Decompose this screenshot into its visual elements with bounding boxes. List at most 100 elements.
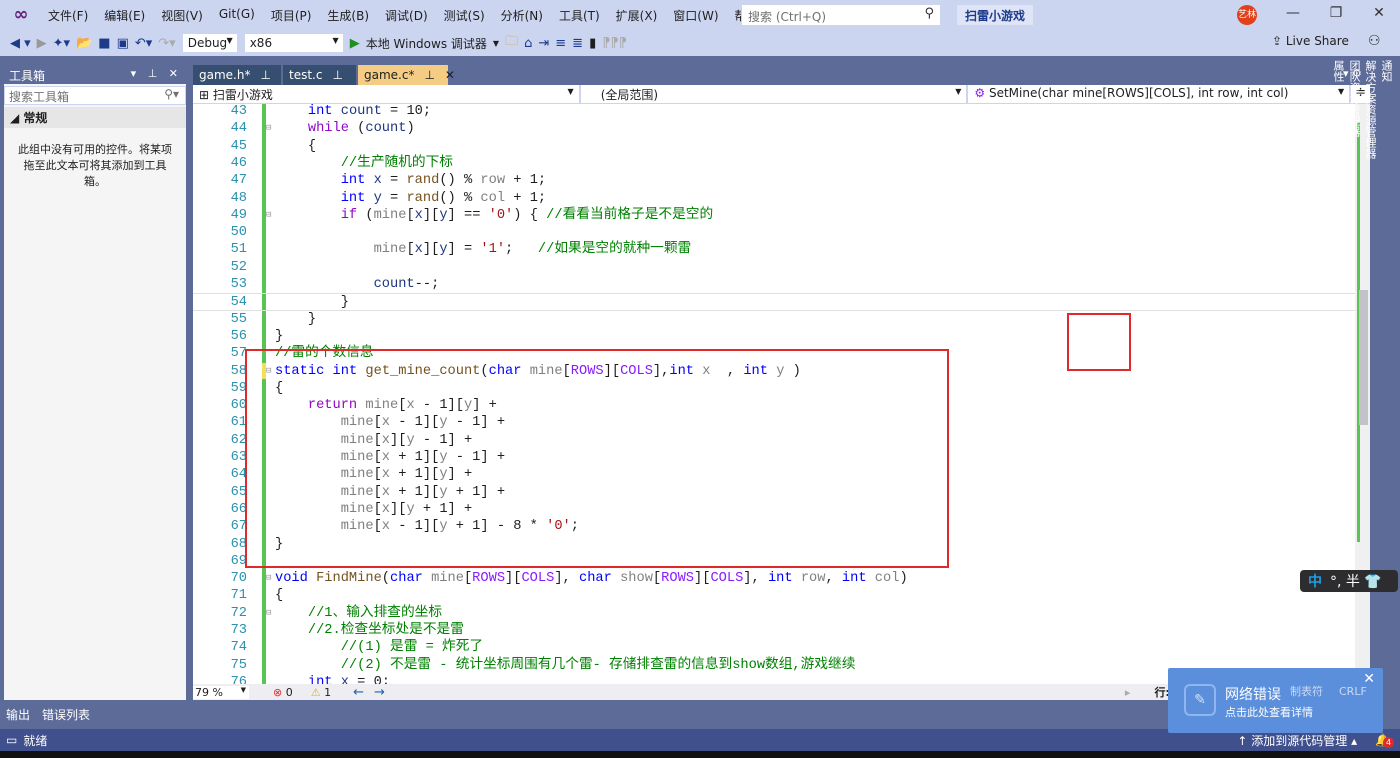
menu-1[interactable]: 编辑(E) [96,7,153,24]
code-token: ], [554,571,579,587]
code-token: //如果是空的就种一颗雷 [537,242,692,258]
menu-5[interactable]: 生成(B) [319,7,377,24]
scroll-left-icon[interactable]: ▸ [1125,686,1131,699]
zoom-value: 79 % [195,685,223,699]
menu-7[interactable]: 测试(S) [436,7,493,24]
avatar[interactable]: 艺林 [1237,5,1257,25]
arrow-left-icon[interactable]: ← [353,685,364,700]
code-line: 46 //生产随机的下标 [193,155,1355,172]
pin-icon[interactable]: ⊥ [260,68,270,82]
code-text: //2.检查坐标处是不是雷 [275,622,464,639]
zoom-dropdown[interactable]: 79 % ▼ [193,685,249,699]
annotation-box [245,349,949,568]
notifications-bell-icon[interactable]: 🔔4 [1375,733,1395,748]
ime-toolbar[interactable]: 中 °, 半 👕 [1300,570,1398,592]
warning-icon: ⚠ [310,685,321,699]
platform-dropdown[interactable]: x86 ▼ [243,33,344,53]
uncomment-icon[interactable]: ≣ [572,36,583,51]
menu-10[interactable]: 扩展(X) [608,7,666,24]
tab-output[interactable]: 输出 [6,706,30,723]
source-control-button[interactable]: ↑ 添加到源代码管理 ▴ [1237,732,1357,749]
save-all-icon[interactable]: ▣ [117,36,129,51]
code-token: int [307,674,333,684]
restore-button[interactable]: ❐ [1321,5,1351,21]
code-token: while [307,121,349,137]
member-dropdown[interactable]: ⚙ SetMine(char mine[ROWS][COLS], int row… [968,85,1352,103]
sidebar-item-2[interactable]: 团队资源管理器 [1346,60,1362,316]
chevron-down-icon[interactable]: ▼ [493,39,499,48]
code-token: ) [406,121,415,137]
search-input[interactable]: 搜索 (Ctrl+Q) ⚲ [741,4,941,26]
scope-dropdown[interactable]: (全局范围) ▼ [581,85,969,103]
code-token: { [275,138,317,154]
fold-toggle-icon[interactable]: ⊟ [266,120,271,137]
sidebar-item-1[interactable]: 解决方案资源管理器 [1362,60,1378,316]
live-share-button[interactable]: ⇪ Live Share [1272,34,1349,48]
tab-error-list[interactable]: 错误列表 [42,706,90,723]
sidebar-item-3[interactable]: 属性 [1330,60,1346,316]
find-icon[interactable]: 🗀 [505,32,518,54]
warnings-indicator[interactable]: ⚠ 1 [311,686,331,699]
step-icon[interactable]: ⇥ [538,36,549,51]
menu-6[interactable]: 调试(D) [377,7,436,24]
member-value: SetMine(char mine[ROWS][COLS], int row, … [988,86,1289,100]
skin-icon[interactable]: 👕 [1364,574,1381,590]
menu-0[interactable]: 文件(F) [40,7,96,24]
network-error-notification[interactable]: ✎ 网络错误 点击此处查看详情 ✕ [1168,668,1383,733]
fold-toggle-icon[interactable]: ⊟ [266,570,271,587]
toolbox-group[interactable]: ◢ 常规 [4,107,186,128]
errors-indicator[interactable]: ⊗ 0 [273,686,293,699]
redo-icon[interactable]: ↷▾ [158,36,175,51]
config-dropdown[interactable]: Debug ▼ [181,33,238,53]
ime-punct[interactable]: °, [1330,574,1341,590]
arrow-right-icon[interactable]: → [374,685,385,700]
run-debugger-button[interactable]: 本地 Windows 调试器 [366,35,487,52]
panel-controls[interactable]: ▾ ⊥ ✕ [131,67,182,80]
code-token: mine [373,242,407,258]
pin-icon[interactable]: ⊥ [424,68,434,82]
line-number: 64 [230,467,247,483]
line-number: 68 [230,536,247,552]
comment-icon[interactable]: ≡ [555,36,566,51]
forward-icon[interactable]: ▶ [37,36,47,51]
code-token: x [373,173,382,189]
toolbox-search-input[interactable]: 搜索工具箱 ⚲▾ [4,86,186,105]
menu-3[interactable]: Git(G) [211,7,263,24]
undo-icon[interactable]: ↶▾ [135,36,152,51]
ime-mode[interactable]: 中 [1308,574,1322,590]
notification-count: 4 [1383,737,1395,748]
code-token: = [381,173,407,189]
fold-toggle-icon[interactable]: ⊟ [266,207,271,224]
scope-value: (全局范围) [600,88,659,102]
line-number: 62 [230,432,247,448]
new-project-icon[interactable]: ✦▾ [53,36,70,51]
play-icon[interactable]: ▶ [350,36,360,51]
minimize-button[interactable]: — [1278,5,1308,21]
fold-toggle-icon[interactable]: ⊟ [266,605,271,622]
project-dropdown[interactable]: ⊞ 扫雷小游戏 ▼ [193,85,581,103]
menu-9[interactable]: 工具(T) [551,7,608,24]
menu-4[interactable]: 项目(P) [263,7,320,24]
ime-width[interactable]: 半 [1346,574,1360,590]
close-icon[interactable]: ✕ [445,68,455,82]
code-token: ( [357,207,374,223]
menu-8[interactable]: 分析(N) [493,7,551,24]
close-button[interactable]: ✕ [1364,5,1394,21]
bookmark-icon[interactable]: ▮ [589,36,596,51]
pin-icon[interactable]: ⊥ [332,68,342,82]
sidebar-item-0[interactable]: 通知 [1378,60,1394,316]
tab-gameh[interactable]: game.h* ⊥ [193,65,281,85]
menu-2[interactable]: 视图(V) [153,7,211,24]
home-icon[interactable]: ⌂ [524,36,532,51]
back-icon[interactable]: ◀ ▾ [10,36,31,51]
menu-11[interactable]: 窗口(W) [665,7,726,24]
feedback-icon[interactable]: ⚇ [1368,33,1381,49]
save-icon[interactable]: ■ [98,36,110,51]
bookmark-prev-icon[interactable]: ⁋⁋⁋ [602,36,627,51]
open-icon[interactable]: 📂 [76,36,92,51]
code-line: 51 mine[x][y] = '1'; //如果是空的就种一颗雷 [193,241,1355,258]
tab-testc[interactable]: test.c ⊥ [283,65,356,85]
tab-gamec[interactable]: game.c* ⊥ ✕ [358,65,455,85]
